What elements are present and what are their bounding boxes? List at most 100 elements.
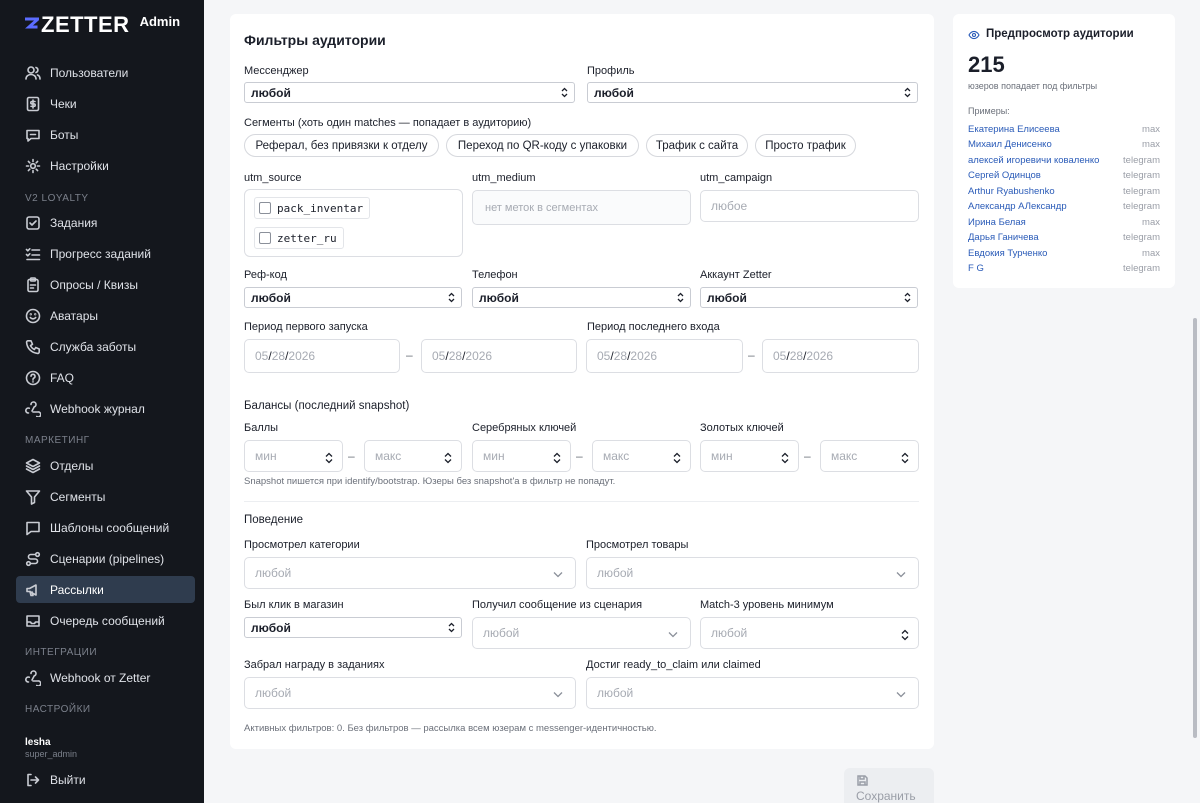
sidebar-item-templates[interactable]: Шаблоны сообщений [16, 514, 195, 541]
app-logo[interactable]: ZETTER Admin [24, 14, 180, 36]
first-launch-from-date[interactable]: 05/28/2026 [244, 339, 400, 373]
profile-select[interactable]: любой [587, 82, 918, 103]
spinner-icon[interactable] [672, 451, 682, 465]
scenario-message-select[interactable]: любой [472, 617, 691, 649]
example-name[interactable]: Екатерина Елисеева [968, 124, 1060, 138]
silver-max-input[interactable]: макс [592, 440, 691, 472]
sidebar-item-avatars[interactable]: Аватары [16, 302, 195, 329]
example-row: алексей игоревичи коваленко telegram [968, 155, 1160, 169]
sidebar-item-webhook-log[interactable]: Webhook журнал [16, 395, 195, 422]
sidebar-item-departments[interactable]: Отделы [16, 452, 195, 479]
save-label: Сохранить [856, 789, 916, 803]
webhook-icon [25, 669, 41, 686]
chevron-down-icon [896, 692, 906, 698]
utm-medium-empty: нет меток в сегментах [472, 190, 691, 225]
example-name[interactable]: Ирина Белая [968, 217, 1026, 231]
spinner-icon[interactable] [443, 451, 453, 465]
sidebar-item-label: Аватары [50, 308, 98, 323]
points-min-input[interactable]: мин [244, 440, 343, 472]
ready-claim-placeholder: любой [597, 686, 634, 700]
segment-pill-traffic[interactable]: Просто трафик [755, 134, 856, 157]
sidebar-item-support[interactable]: Служба заботы [16, 333, 195, 360]
ref-code-label: Реф-код [244, 269, 287, 281]
active-filters-hint: Активных фильтров: 0. Без фильтров — рас… [244, 723, 657, 734]
sidebar-item-bots[interactable]: Боты [16, 121, 195, 148]
save-button[interactable]: Сохранить [844, 768, 934, 803]
spinner-icon[interactable] [900, 451, 910, 465]
viewed-products-select[interactable]: любой [586, 557, 919, 589]
sidebar-item-message-queue[interactable]: Очередь сообщений [16, 607, 195, 634]
utm-source-options: pack_inventar zetter_ru [244, 189, 463, 257]
match3-min-select[interactable]: любой [700, 617, 919, 649]
min-placeholder: мин [483, 449, 505, 463]
segment-pill-site[interactable]: Трафик с сайта [646, 134, 748, 157]
utm-option-zetter-ru[interactable]: zetter_ru [254, 227, 344, 249]
sidebar-item-segments[interactable]: Сегменты [16, 483, 195, 510]
last-login-to-date[interactable]: 05/28/2026 [762, 339, 919, 373]
spinner-icon[interactable] [324, 451, 334, 465]
page-scrollbar[interactable] [1193, 318, 1197, 738]
updown-icon [448, 292, 455, 303]
zetter-account-select[interactable]: любой [700, 287, 918, 308]
first-launch-to-date[interactable]: 05/28/2026 [421, 339, 577, 373]
messenger-select[interactable]: любой [244, 82, 575, 103]
sidebar-item-settings[interactable]: Настройки [16, 152, 195, 179]
example-name[interactable]: Евдокия Турченко [968, 248, 1047, 262]
segment-pill-referral[interactable]: Реферал, без привязки к отделу [244, 134, 439, 157]
balances-title: Балансы (последний snapshot) [244, 400, 410, 412]
spinner-icon[interactable] [780, 451, 790, 465]
checkbox[interactable] [259, 232, 271, 244]
viewed-categories-select[interactable]: любой [244, 557, 576, 589]
sidebar: ZETTER Admin Пользователи Чеки Боты Наст… [0, 0, 204, 803]
gold-max-input[interactable]: макс [820, 440, 919, 472]
audience-count-sub: юзеров попадает под фильтры [968, 81, 1098, 91]
example-channel: max [1142, 139, 1160, 150]
example-name[interactable]: Михаил Денисенко [968, 139, 1052, 153]
option-label: pack_inventar [277, 201, 364, 215]
example-name[interactable]: Дарья Ганичева [968, 232, 1039, 246]
phone-select[interactable]: любой [472, 287, 691, 308]
store-click-select[interactable]: любой [244, 617, 462, 638]
receipt-icon [25, 96, 41, 112]
logout-button[interactable]: Выйти [16, 766, 195, 793]
utm-option-pack-inventar[interactable]: pack_inventar [254, 197, 371, 219]
max-placeholder: макс [603, 449, 630, 463]
segment-pill-qr[interactable]: Переход по QR-коду с упаковки [446, 134, 639, 157]
audience-count: 215 [968, 52, 1005, 77]
gold-min-input[interactable]: мин [700, 440, 799, 472]
sidebar-item-label: Опросы / Квизы [50, 277, 139, 292]
checkbox[interactable] [259, 202, 271, 214]
utm-campaign-input[interactable]: любое [700, 190, 919, 222]
sidebar-item-task-progress[interactable]: Прогресс заданий [16, 240, 195, 267]
range-dash: – [804, 449, 811, 463]
sidebar-item-quizzes[interactable]: Опросы / Квизы [16, 271, 195, 298]
sidebar-item-mailings[interactable]: Рассылки [16, 576, 195, 603]
match3-placeholder: любой [711, 626, 748, 640]
silver-min-input[interactable]: мин [472, 440, 571, 472]
example-name[interactable]: алексей игоревичи коваленко [968, 155, 1099, 169]
sidebar-item-tasks[interactable]: Задания [16, 209, 195, 236]
utm-medium-placeholder: нет меток в сегментах [485, 201, 598, 214]
messenger-label: Мессенджер [244, 65, 309, 77]
example-channel: telegram [1123, 170, 1160, 181]
sidebar-item-webhook-zetter[interactable]: Webhook от Zetter [16, 664, 195, 691]
example-row: Сергей Одинцов telegram [968, 170, 1160, 184]
example-name[interactable]: Сергей Одинцов [968, 170, 1041, 184]
example-name[interactable]: Александр АЛександр [968, 201, 1067, 215]
spinner-icon[interactable] [552, 451, 562, 465]
updown-icon [677, 292, 684, 303]
example-name[interactable]: Arthur Ryabushenko [968, 186, 1055, 200]
example-row: Александр АЛександр telegram [968, 201, 1160, 215]
sidebar-item-faq[interactable]: FAQ [16, 364, 195, 391]
ref-code-select[interactable]: любой [244, 287, 462, 308]
ready-claim-select[interactable]: любой [586, 677, 919, 709]
match3-label: Match-3 уровень минимум [700, 599, 834, 611]
sidebar-item-pipelines[interactable]: Сценарии (pipelines) [16, 545, 195, 572]
example-name[interactable]: F G [968, 263, 984, 277]
points-max-input[interactable]: макс [364, 440, 462, 472]
sidebar-item-receipts[interactable]: Чеки [16, 90, 195, 117]
last-login-from-date[interactable]: 05/28/2026 [586, 339, 743, 373]
task-reward-select[interactable]: любой [244, 677, 576, 709]
sidebar-item-users[interactable]: Пользователи [16, 59, 195, 86]
range-dash: – [748, 348, 755, 362]
